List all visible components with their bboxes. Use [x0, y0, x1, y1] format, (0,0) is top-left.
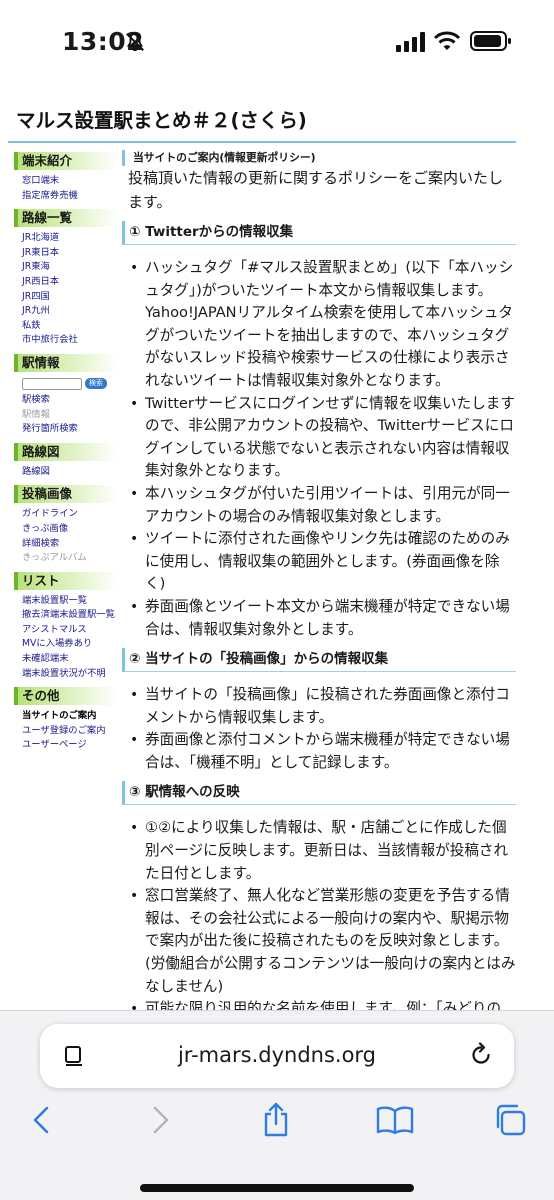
tabs-button[interactable]: [492, 1102, 528, 1138]
list-item: 券面画像とツイート本文から端末機種が特定できない場合は、情報収集対象外とします。: [128, 596, 516, 641]
sidebar-link-advanced-search[interactable]: 詳細検索: [14, 537, 117, 552]
sidebar-link-travel-agencies[interactable]: 市中旅行会社: [14, 333, 117, 348]
sidebar-link-jr-west[interactable]: JR西日本: [14, 275, 117, 290]
station-search-row: 検索: [14, 376, 117, 392]
sidebar-link-window-terminal[interactable]: 窓口端末: [14, 174, 117, 189]
bookmarks-button[interactable]: [374, 1102, 416, 1138]
sidebar-link-jr-east[interactable]: JR東日本: [14, 246, 117, 261]
sidebar-link-jr-hokkaido[interactable]: JR北海道: [14, 231, 117, 246]
reflection-policy-list: ①②により収集した情報は、駅・店舗ごとに作成した個別ページに反映します。更新日は…: [122, 817, 516, 1020]
sidebar-link-user-registration[interactable]: ユーザ登録のご案内: [14, 724, 117, 739]
sidebar-link-mv-platform-ticket[interactable]: MVに入場券あり: [14, 637, 117, 652]
home-indicator: [140, 1184, 414, 1192]
sidebar-link-route-map[interactable]: 路線図: [14, 465, 117, 480]
sidebar-heading: 投稿画像: [14, 485, 117, 504]
sidebar-link-jr-central[interactable]: JR東海: [14, 260, 117, 275]
battery-icon: [470, 31, 511, 51]
sidebar-link-station-info: 駅情報: [22, 408, 50, 420]
sidebar-link-unknown-status[interactable]: 端末設置状況が不明: [14, 667, 117, 682]
title-divider: [8, 141, 516, 143]
twitter-policy-list: ハッシュタグ「#マルス設置駅まとめ」(以下「本ハッシュタグ」)がついたツイート本…: [122, 257, 516, 641]
chevron-right-icon: [153, 1106, 169, 1134]
station-search-input[interactable]: [22, 377, 82, 390]
sidebar-section-other: その他 当サイトのご案内 ユーザ登録のご案内 ユーザーページ: [14, 687, 117, 753]
section-heading-twitter: ① Twitterからの情報収集: [122, 221, 516, 245]
url-text[interactable]: jr-mars.dyndns.org: [40, 1043, 514, 1067]
list-item: Twitterサービスにログインせずに情報を収集いたしますので、非公開アカウント…: [128, 393, 516, 483]
list-item: ハッシュタグ「#マルス設置駅まとめ」(以下「本ハッシュタグ」)がついたツイート本…: [128, 257, 516, 393]
sidebar-section-terminals: 端末紹介 窓口端末 指定席券売機: [14, 152, 117, 203]
sidebar-link-jr-shikoku[interactable]: JR四国: [14, 290, 117, 305]
book-icon: [376, 1106, 414, 1135]
sidebar-section-lines: 路線一覧 JR北海道 JR東日本 JR東海 JR西日本 JR四国 JR九州 私鉄…: [14, 209, 117, 348]
sidebar-link-assist-mars[interactable]: アシストマルス: [14, 623, 117, 638]
chevron-left-icon: [33, 1106, 49, 1134]
status-bar: 13:02: [0, 0, 554, 80]
sidebar-link-removed-terminal-stations[interactable]: 撤去済端末設置駅一覧: [14, 608, 117, 623]
sidebar-section-station-info: 駅情報 検索 駅検索 駅情報 発行箇所検索: [14, 353, 117, 437]
sidebar-section-posted-images: 投稿画像 ガイドライン きっぷ画像 詳細検索 きっぷアルバム: [14, 485, 117, 565]
list-item: ①②により収集した情報は、駅・店舗ごとに作成した個別ページに反映します。更新日は…: [128, 817, 516, 885]
sidebar-heading: 駅情報: [14, 353, 117, 372]
sidebar: 端末紹介 窓口端末 指定席券売機 路線一覧 JR北海道 JR東日本 JR東海 J…: [14, 150, 117, 759]
sidebar-link-unconfirmed-terminals[interactable]: 未確認端末: [14, 652, 117, 667]
sidebar-link-guidelines[interactable]: ガイドライン: [14, 507, 117, 522]
sidebar-link-ticket-album: きっぷアルバム: [22, 552, 87, 564]
bell-slash-icon: [126, 32, 144, 52]
sidebar-section-lists: リスト 端末設置駅一覧 撤去済端末設置駅一覧 アシストマルス MVに入場券あり …: [14, 571, 117, 682]
share-button[interactable]: [258, 1102, 294, 1138]
section-heading-posted-images: ② 当サイトの「投稿画像」からの情報収集: [122, 648, 516, 673]
sidebar-link-issuer-search[interactable]: 発行箇所検索: [14, 422, 117, 437]
sidebar-link-user-page[interactable]: ユーザーページ: [14, 738, 117, 753]
cellular-signal-icon: [396, 32, 425, 52]
list-item: ツイートに添付された画像やリンク先は確認のためのみに使用し、情報収集の範囲外とし…: [128, 528, 516, 596]
station-search-button[interactable]: 検索: [85, 378, 107, 390]
sidebar-link-site-guide: 当サイトのご案内: [22, 710, 97, 722]
sidebar-heading: 端末紹介: [14, 152, 117, 170]
posted-images-policy-list: 当サイトの「投稿画像」に投稿された券面画像と添付コメントから情報収集します。 券…: [122, 684, 516, 774]
tabs-icon: [496, 1104, 526, 1136]
notice-heading: 当サイトのご案内(情報更新ポリシー): [122, 150, 516, 166]
share-icon: [264, 1102, 288, 1137]
sidebar-link-terminal-stations[interactable]: 端末設置駅一覧: [14, 594, 117, 609]
sidebar-link-jr-kyushu[interactable]: JR九州: [14, 304, 117, 319]
sidebar-link-station-search[interactable]: 駅検索: [14, 393, 117, 408]
page-title: マルス設置駅まとめ＃２(さくら): [16, 109, 307, 132]
forward-button[interactable]: [146, 1102, 176, 1138]
sidebar-link-ticket-machine[interactable]: 指定席券売機: [14, 189, 117, 204]
sidebar-heading: 路線一覧: [14, 209, 117, 228]
sidebar-section-route-map: 路線図 路線図: [14, 442, 117, 480]
main-content: 当サイトのご案内(情報更新ポリシー) 投稿頂いた情報の更新に関するポリシーをご案…: [122, 150, 516, 1021]
wifi-icon: [434, 31, 460, 50]
list-item: 本ハッシュタグが付いた引用ツイートは、引用元が同一アカウントの場合のみ情報収集対…: [128, 483, 516, 528]
reload-icon[interactable]: [468, 1042, 494, 1068]
back-button[interactable]: [26, 1102, 56, 1138]
sidebar-heading: その他: [14, 687, 117, 706]
section-heading-reflection: ③ 駅情報への反映: [122, 781, 516, 806]
list-item: 当サイトの「投稿画像」に投稿された券面画像と添付コメントから情報収集します。: [128, 684, 516, 729]
list-item: 窓口営業終了、無人化など営業形態の変更を予告する情報は、その会社公式による一般向…: [128, 885, 516, 998]
sidebar-link-ticket-images[interactable]: きっぷ画像: [14, 522, 117, 537]
sidebar-heading: リスト: [14, 571, 117, 590]
sidebar-link-private-railways[interactable]: 私鉄: [14, 319, 117, 334]
sidebar-heading: 路線図: [14, 442, 117, 461]
list-item: 券面画像と添付コメントから端末機種が特定できない場合は、「機種不明」として記録し…: [128, 729, 516, 774]
address-bar[interactable]: jr-mars.dyndns.org: [40, 1024, 514, 1088]
intro-text: 投稿頂いた情報の更新に関するポリシーをご案内いたします。: [128, 169, 504, 211]
